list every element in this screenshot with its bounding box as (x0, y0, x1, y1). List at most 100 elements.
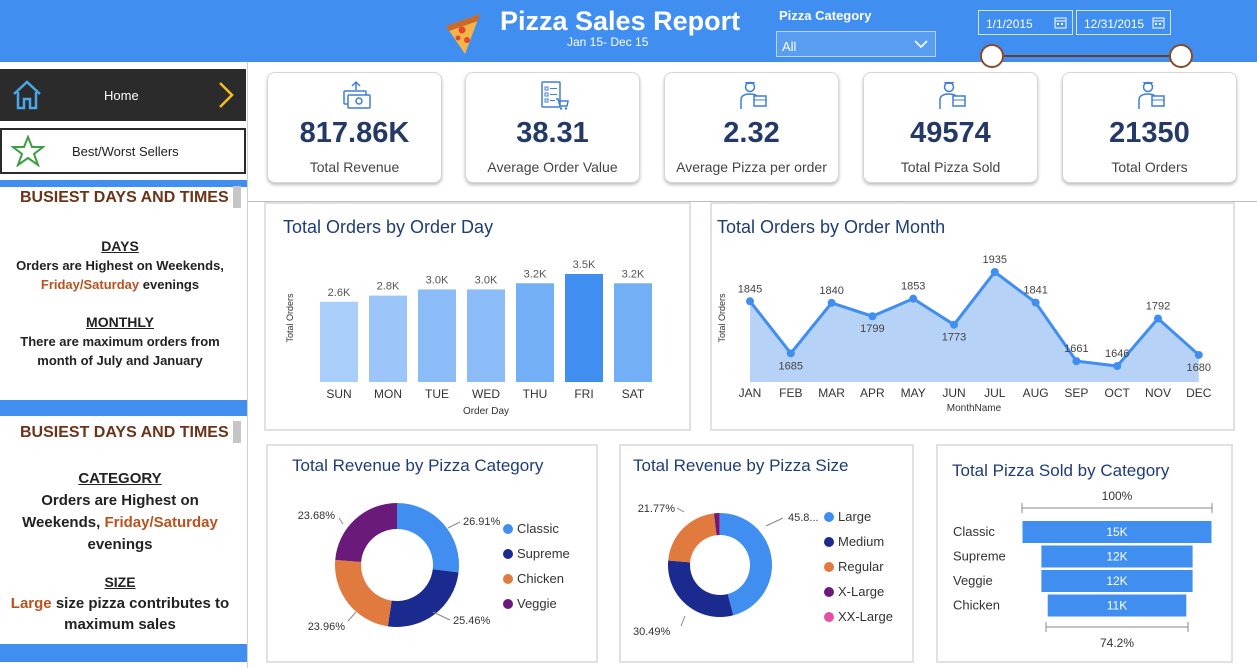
kpi-value: 49574 (910, 117, 991, 149)
x-tick-label: JUN (942, 386, 965, 400)
leader-line (680, 615, 686, 627)
kpi-label: Total Revenue (309, 159, 400, 175)
nav-best-worst-sellers-button[interactable]: Best/Worst Sellers (0, 128, 246, 174)
kpi-value: 38.31 (516, 117, 589, 149)
category-filter-value: All (782, 39, 797, 54)
days-insight: DAYS Orders are Highest on Weekends, Fri… (0, 237, 240, 294)
bar-data-label: 3.0K (475, 274, 498, 286)
pizza-slice-icon (446, 14, 480, 54)
funnel-data-label: 11K (1107, 599, 1127, 613)
x-tick-label: TUE (425, 387, 449, 401)
sidebar-band (0, 400, 247, 416)
legend-label: XX-Large (838, 609, 893, 624)
funnel-data-label: 12K (1106, 550, 1127, 564)
bar-thu (516, 283, 554, 382)
leader-line (338, 517, 344, 525)
x-tick-label: AUG (1023, 386, 1049, 400)
kpi-card-average-order-value[interactable]: 38.31 Average Order Value (465, 72, 640, 183)
kpi-card-total-revenue[interactable]: 817.86K Total Revenue (267, 72, 442, 183)
kpi-label: Average Pizza per order (676, 159, 827, 175)
date-slider-start-handle[interactable] (980, 44, 1004, 68)
delivery-person-icon (740, 81, 767, 109)
kpi-card-total-orders[interactable]: 21350 Total Orders (1062, 72, 1237, 183)
chart-orders-by-month[interactable]: Total Orders by Order Month Total Orders… (710, 202, 1235, 431)
monthly-heading: MONTHLY (86, 314, 154, 330)
nav-home-button[interactable]: Home (0, 69, 246, 121)
chevron-right-icon (219, 82, 234, 108)
report-title: Pizza Sales Report (500, 6, 741, 36)
data-label: 1685 (779, 360, 803, 372)
kpi-card-average-pizza-per-order[interactable]: 2.32 Average Pizza per order (664, 72, 839, 183)
kpi-label: Total Pizza Sold (900, 159, 1001, 175)
legend-marker (824, 562, 834, 572)
x-tick-label: FEB (779, 386, 802, 400)
bar-chart: Total Orders Order Day 2.6K SUN 2.8K MON 3.0… (285, 259, 652, 417)
slice-value-label: 26.91% (463, 516, 501, 528)
section-scrollbar[interactable] (233, 421, 241, 443)
legend-marker (503, 524, 513, 534)
x-tick-label: THU (523, 387, 548, 401)
chart-revenue-by-category[interactable]: Total Revenue by Pizza Category 26.91% 25… (266, 444, 598, 663)
delivery-person-icon (1138, 81, 1165, 109)
nav-home-label: Home (104, 88, 139, 103)
x-tick-label: MAR (818, 386, 845, 400)
kpi-value: 2.32 (723, 117, 780, 149)
funnel-chart: 100% 74.2% 15K Classic 12K Supreme 12K Veggie… (953, 489, 1213, 650)
category-filter-dropdown[interactable]: All (776, 31, 936, 57)
chart-pizza-sold-by-category[interactable]: Total Pizza Sold by Category 100% 74.2% … (936, 444, 1233, 663)
size-line2: maximum sales (64, 616, 176, 633)
x-tick-label: SAT (622, 387, 645, 401)
chart-revenue-by-size[interactable]: Total Revenue by Pizza Size 45.8... 30.49… (619, 444, 914, 663)
calendar-icon[interactable] (1054, 16, 1067, 29)
report-header: Pizza Sales Report Jan 15- Dec 15 Pizza … (0, 0, 1257, 62)
legend-marker (824, 587, 834, 597)
funnel-bottom-label: 74.2% (1100, 636, 1134, 650)
date-slider-end-handle[interactable] (1169, 44, 1193, 68)
legend-label: Large (838, 509, 871, 524)
monthly-insight: MONTHLY There are maximum orders from mo… (0, 313, 240, 370)
data-point-aug (1031, 298, 1040, 307)
slice-medium (668, 560, 734, 617)
slice-value-label: 45.8... (788, 512, 819, 524)
checklist-cart-icon (541, 81, 569, 110)
bar-data-label: 3.0K (426, 274, 449, 286)
legend-label: Supreme (517, 546, 570, 561)
days-highlight: Friday/Saturday (40, 277, 140, 292)
sidebar-band (0, 180, 247, 187)
legend-marker (824, 537, 834, 547)
category-insight: CATEGORY Orders are Highest on Weekends,… (0, 468, 240, 556)
category-line3: evenings (87, 536, 153, 553)
end-date-input[interactable]: 12/31/2015 (1076, 10, 1171, 35)
bar-sun (320, 301, 358, 382)
x-tick-label: MAY (901, 386, 926, 400)
data-label: 1845 (738, 283, 762, 295)
section-scrollbar[interactable] (233, 186, 241, 208)
kpi-value: 817.86K (299, 117, 410, 149)
x-axis-label: Order Day (463, 406, 509, 417)
data-point-dec (1194, 350, 1203, 359)
x-tick-label: DEC (1186, 386, 1212, 400)
monthly-line1: There are maximum orders from (20, 334, 220, 349)
bar-data-label: 2.8K (377, 281, 400, 293)
bar-data-label: 3.2K (622, 268, 645, 280)
legend-label: Regular (838, 559, 884, 574)
data-label: 1799 (860, 323, 884, 335)
date-range-slider-track[interactable] (992, 55, 1181, 57)
data-point-nov (1154, 314, 1162, 323)
kpi-card-total-pizza-sold[interactable]: 49574 Total Pizza Sold (863, 72, 1038, 183)
funnel-top-label: 100% (1102, 489, 1133, 503)
size-line1-rest: size pizza contributes to (51, 595, 230, 612)
data-label: 1840 (819, 285, 843, 297)
bar-mon (369, 295, 407, 382)
slice-value-label: 25.46% (453, 615, 491, 627)
x-tick-label: APR (860, 386, 885, 400)
end-date-value: 12/31/2015 (1084, 17, 1145, 31)
kpi-label: Average Order Value (487, 159, 618, 175)
legend-label: Classic (517, 521, 559, 536)
chart-orders-by-day[interactable]: Total Orders by Order Day Total Orders O… (264, 202, 691, 431)
data-point-jul (990, 268, 999, 276)
calendar-icon[interactable] (1152, 16, 1165, 29)
slice-value-label: 21.77% (638, 503, 676, 515)
start-date-input[interactable]: 1/1/2015 (978, 10, 1073, 35)
y-axis-label: Total Orders (717, 293, 727, 343)
